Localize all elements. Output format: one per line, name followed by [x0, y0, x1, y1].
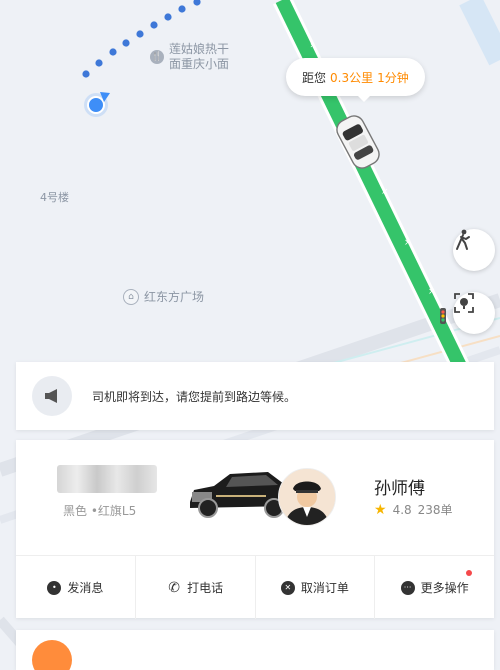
action-bar: • 发消息 ✆ 打电话 ✕ 取消订单 ··· 更多操作: [16, 555, 494, 619]
driver-avatar[interactable]: [278, 468, 336, 526]
svg-text:›: ›: [310, 41, 314, 51]
cancel-order-label: 取消订单: [300, 581, 349, 595]
license-plate-blurred: [57, 465, 157, 493]
walk-navigation-button[interactable]: [453, 229, 495, 271]
notice-message: 司机即将到达，请您提前到路边等候。: [92, 389, 297, 404]
star-icon: ★: [374, 501, 387, 518]
poi-noodle-shop[interactable]: 🍴 莲姑娘热干 面重庆小面: [150, 42, 229, 72]
cancel-order-button[interactable]: ✕ 取消订单: [256, 556, 376, 619]
poi-plaza-label: 红东方广场: [144, 289, 205, 304]
more-actions-button[interactable]: ··· 更多操作: [375, 556, 494, 619]
poi-noodle-line2: 面重庆小面: [169, 57, 230, 71]
call-driver-button[interactable]: ✆ 打电话: [136, 556, 256, 619]
notification-badge: [466, 570, 472, 576]
poi-noodle-line1: 莲姑娘热干: [169, 42, 230, 56]
my-location-marker: [87, 96, 105, 114]
route-line: [275, 0, 467, 370]
car-description: 黑色 •红旗L5: [63, 504, 137, 518]
svg-text:×: ×: [404, 238, 412, 248]
svg-text:×: ×: [428, 287, 436, 297]
eta-prefix: 距您: [302, 70, 327, 85]
recenter-location-button[interactable]: [453, 292, 495, 334]
eta-time: 1分钟: [377, 70, 409, 85]
send-message-button[interactable]: • 发消息: [16, 556, 136, 619]
send-message-label: 发消息: [67, 581, 104, 595]
call-driver-label: 打电话: [187, 581, 224, 595]
driver-name: 孙师傅: [374, 479, 425, 499]
poi-building[interactable]: 4号楼: [40, 190, 69, 205]
driver-rating: 4.8: [392, 502, 412, 517]
chat-icon: •: [47, 580, 62, 595]
walking-icon: [456, 229, 470, 250]
driver-arrival-notice: 司机即将到达，请您提前到路边等候。: [16, 362, 494, 430]
driver-orders: 238单: [417, 503, 453, 517]
phone-icon: ✆: [168, 579, 180, 596]
restaurant-icon: 🍴: [150, 50, 164, 64]
eta-distance: 0.3公里: [330, 70, 374, 85]
driver-meta: ★ 4.8 238单: [374, 501, 453, 518]
eta-bubble: 距您 0.3公里 1分钟: [286, 58, 425, 102]
svg-text:×: ×: [381, 187, 389, 197]
bottom-card[interactable]: [16, 630, 494, 670]
more-actions-label: 更多操作: [420, 581, 469, 595]
more-icon: ···: [400, 580, 415, 595]
poi-plaza[interactable]: ⌂ 红东方广场: [123, 289, 204, 305]
locate-icon: [454, 293, 474, 313]
megaphone-icon: [32, 376, 72, 416]
driver-card: 黑色 •红旗L5 孙师傅 ★ 4.8 238单 • 发消息 ✆ 打电话 ✕ 取消…: [16, 440, 494, 619]
cancel-icon: ✕: [280, 580, 295, 595]
home-icon: ⌂: [123, 289, 139, 305]
